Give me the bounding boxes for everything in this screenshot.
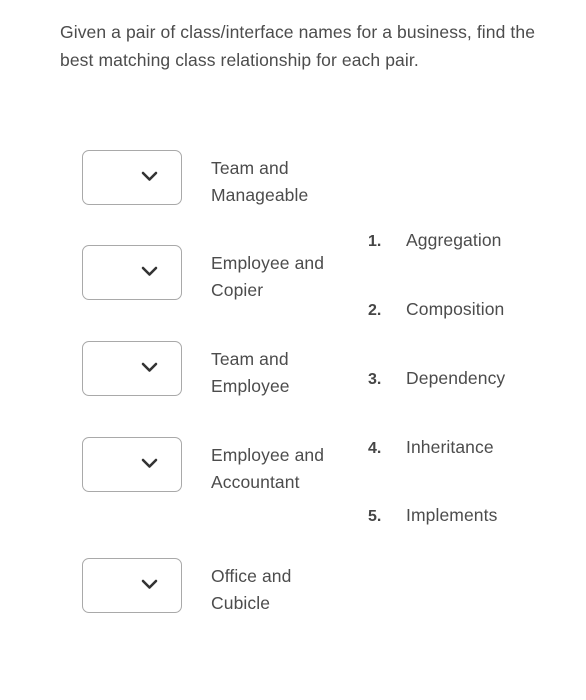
pair-label: Office and Cubicle — [211, 566, 292, 613]
option-item: 4. Inheritance — [368, 437, 494, 458]
relationship-dropdown-3[interactable] — [82, 341, 182, 396]
chevron-down-icon — [141, 171, 158, 181]
pair-label: Employee and Copier — [211, 253, 325, 300]
chevron-down-icon — [141, 458, 158, 468]
option-item: 2. Composition — [368, 299, 504, 320]
option-number: 3. — [368, 371, 382, 388]
relationship-dropdown-1[interactable] — [82, 150, 182, 205]
option-number: 5. — [368, 508, 382, 525]
option-label: Implements — [406, 505, 498, 525]
option-label: Composition — [406, 299, 505, 319]
chevron-down-icon — [141, 579, 158, 589]
pair-row: Employee and Copier — [82, 245, 329, 304]
chevron-down-icon — [141, 266, 158, 276]
chevron-down-icon — [141, 362, 158, 372]
relationship-dropdown-4[interactable] — [82, 437, 182, 492]
option-label: Inheritance — [406, 437, 494, 457]
option-number: 2. — [368, 302, 382, 319]
pair-row: Team and Manageable — [82, 150, 329, 209]
pair-row: Employee and Accountant — [82, 437, 329, 496]
option-number: 1. — [368, 233, 382, 250]
matching-area: Team and Manageable Employee and Copier Te… — [0, 140, 586, 640]
option-item: 5. Implements — [368, 505, 497, 526]
pair-label: Employee and Accountant — [211, 445, 325, 492]
pair-row: Office and Cubicle — [82, 558, 329, 617]
option-item: 1. Aggregation — [368, 230, 501, 251]
relationship-dropdown-5[interactable] — [82, 558, 182, 613]
pair-row: Team and Employee — [82, 341, 329, 400]
option-label: Aggregation — [406, 230, 502, 250]
option-number: 4. — [368, 440, 382, 457]
option-item: 3. Dependency — [368, 368, 505, 389]
pair-label: Team and Manageable — [211, 158, 309, 205]
pair-label: Team and Employee — [211, 349, 290, 396]
relationship-dropdown-2[interactable] — [82, 245, 182, 300]
question-prompt: Given a pair of class/interface names fo… — [60, 22, 536, 70]
option-label: Dependency — [406, 368, 506, 388]
